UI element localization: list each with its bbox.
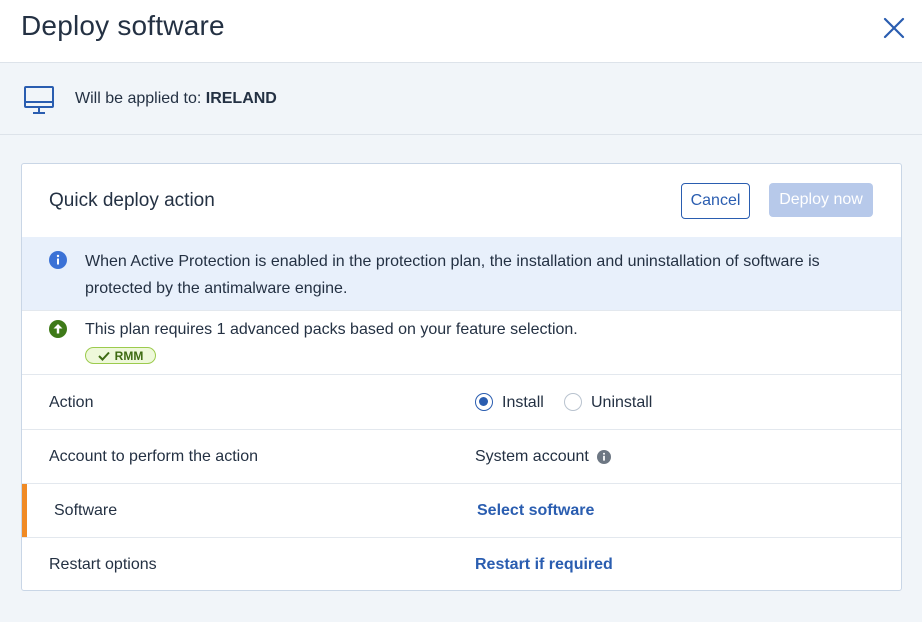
check-icon — [97, 351, 110, 361]
account-row: Account to perform the action System acc… — [22, 429, 901, 483]
uninstall-option-label[interactable]: Uninstall — [591, 394, 652, 412]
rmm-badge: RMM — [85, 347, 156, 364]
advanced-pack-notice: This plan requires 1 advanced packs base… — [22, 310, 901, 374]
info-small-icon[interactable] — [597, 449, 612, 464]
software-label: Software — [54, 502, 118, 519]
info-icon — [49, 251, 67, 269]
arrow-up-circle-icon — [49, 320, 67, 338]
applied-to-bar: Will be applied to: IRELAND — [0, 64, 922, 135]
rmm-badge-label: RMM — [114, 348, 144, 363]
dialog-title: Deploy software — [21, 10, 225, 41]
card-header: Quick deploy action Cancel Deploy now — [22, 164, 901, 237]
uninstall-radio[interactable] — [564, 393, 582, 411]
account-value-text: System account — [475, 448, 589, 465]
restart-options-link[interactable]: Restart if required — [475, 556, 613, 574]
close-button[interactable] — [880, 14, 908, 42]
applied-to-prefix: Will be applied to: — [75, 90, 202, 107]
cancel-button[interactable]: Cancel — [681, 183, 750, 219]
dialog-header: Deploy software — [0, 0, 922, 63]
card-title: Quick deploy action — [49, 190, 215, 211]
select-software-link[interactable]: Select software — [477, 502, 594, 520]
deploy-now-button[interactable]: Deploy now — [769, 183, 873, 217]
restart-label: Restart options — [49, 556, 157, 573]
quick-deploy-card: Quick deploy action Cancel Deploy now Wh… — [21, 163, 902, 591]
account-value: System account — [475, 448, 612, 466]
action-row: Action Install Uninstall — [22, 374, 901, 429]
restart-row: Restart options Restart if required — [22, 537, 901, 590]
info-text: When Active Protection is enabled in the… — [85, 253, 820, 297]
monitor-icon — [24, 86, 54, 114]
close-icon — [883, 17, 905, 39]
install-option-label[interactable]: Install — [502, 394, 544, 412]
action-label: Action — [49, 394, 94, 411]
info-banner: When Active Protection is enabled in the… — [22, 237, 901, 310]
install-radio[interactable] — [475, 393, 493, 411]
software-row: Software Select software — [22, 483, 901, 537]
account-label: Account to perform the action — [49, 448, 258, 465]
applied-to-text: Will be applied to: IRELAND — [75, 90, 277, 108]
pack-text: This plan requires 1 advanced packs base… — [85, 321, 578, 338]
required-marker — [22, 484, 27, 537]
applied-to-target: IRELAND — [205, 90, 277, 107]
